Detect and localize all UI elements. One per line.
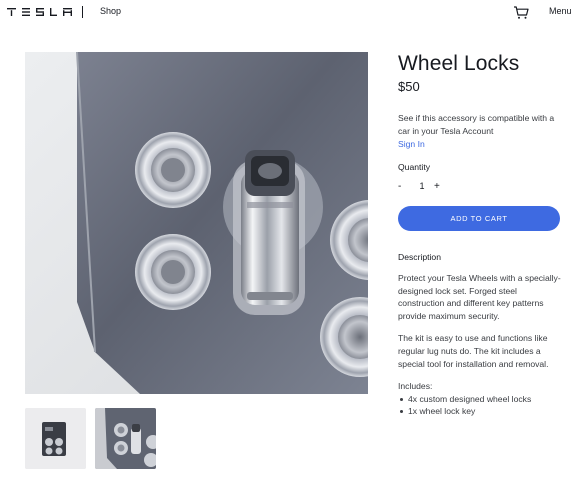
cart-icon[interactable] bbox=[512, 3, 530, 21]
shop-link[interactable]: Shop bbox=[100, 6, 121, 16]
header-divider bbox=[82, 6, 83, 18]
quantity-increase-button[interactable]: + bbox=[434, 181, 446, 192]
product-title: Wheel Locks bbox=[398, 52, 520, 75]
compatibility-text: See if this accessory is compatible with… bbox=[398, 113, 555, 136]
includes-item: 1x wheel lock key bbox=[398, 405, 563, 418]
site-header: Shop Menu bbox=[0, 0, 585, 26]
includes-list: 4x custom designed wheel locks 1x wheel … bbox=[398, 393, 563, 418]
product-price: $50 bbox=[398, 79, 420, 94]
quantity-label: Quantity bbox=[398, 162, 431, 172]
includes-label: Includes: bbox=[398, 381, 433, 392]
description-heading: Description bbox=[398, 252, 441, 262]
add-to-cart-button[interactable]: ADD TO CART bbox=[398, 206, 560, 231]
quantity-value: 1 bbox=[419, 181, 425, 191]
tesla-logo[interactable] bbox=[7, 7, 77, 17]
product-info-panel: Wheel Locks $50 See if this accessory is… bbox=[398, 52, 563, 418]
product-thumbnail-2[interactable] bbox=[95, 408, 156, 469]
product-thumbnail-1[interactable] bbox=[25, 408, 86, 469]
quantity-stepper: - 1 + bbox=[398, 180, 563, 192]
product-main-image[interactable] bbox=[25, 52, 368, 394]
includes-item: 4x custom designed wheel locks bbox=[398, 393, 563, 406]
description-paragraph-1: Protect your Tesla Wheels with a special… bbox=[398, 273, 561, 321]
quantity-decrease-button[interactable]: - bbox=[398, 181, 410, 192]
description-paragraph-2: The kit is easy to use and functions lik… bbox=[398, 333, 549, 369]
sign-in-link[interactable]: Sign In bbox=[398, 138, 563, 151]
menu-button[interactable]: Menu bbox=[549, 6, 572, 16]
